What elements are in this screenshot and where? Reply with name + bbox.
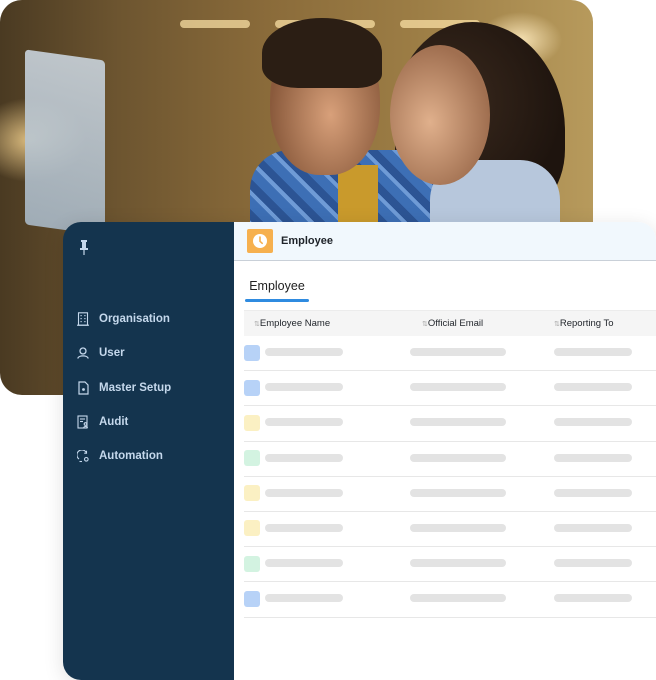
skeleton-cell	[410, 418, 506, 427]
page-header: Employee	[234, 222, 656, 261]
skeleton-cell	[410, 488, 506, 497]
column-header-employee-name[interactable]: ⇅ Employee Name	[254, 318, 330, 329]
laptop-screen	[25, 49, 105, 236]
sidebar-item-label: User	[99, 347, 125, 360]
pushpin-icon[interactable]	[77, 238, 91, 258]
automation-icon	[76, 449, 90, 463]
avatar-placeholder	[244, 379, 260, 396]
building-icon	[76, 312, 90, 326]
table-row[interactable]	[244, 336, 656, 372]
clock-icon	[247, 229, 273, 253]
skeleton-cell	[554, 488, 632, 497]
skeleton-cell	[410, 559, 506, 568]
skeleton-cell	[554, 418, 632, 427]
audit-report-icon	[76, 415, 90, 429]
skeleton-cell	[410, 594, 506, 603]
sort-icon[interactable]: ⇅	[422, 320, 428, 328]
skeleton-cell	[265, 348, 343, 356]
avatar-placeholder	[244, 590, 260, 607]
avatar-placeholder	[244, 414, 260, 431]
sidebar-item-label: Master Setup	[99, 381, 172, 394]
sidebar-item-master-setup[interactable]: Master Setup	[63, 371, 234, 405]
skeleton-cell	[554, 559, 632, 568]
sidebar-item-user[interactable]: User	[63, 336, 234, 370]
skeleton-cell	[265, 594, 343, 603]
column-label: Employee Name	[259, 318, 331, 329]
skeleton-cell	[410, 348, 506, 356]
table-row[interactable]	[244, 442, 656, 477]
skeleton-cell	[410, 453, 506, 462]
sidebar-item-label: Audit	[99, 416, 129, 429]
sidebar-item-audit[interactable]: Audit	[63, 405, 234, 439]
skeleton-cell	[410, 383, 506, 392]
sidebar-item-label: Automation	[99, 450, 163, 463]
main-panel: Employee Employee ⇅ Employee Name ⇅ Offi…	[234, 222, 656, 680]
person-face	[390, 45, 490, 185]
sort-icon[interactable]: ⇅	[554, 320, 560, 328]
avatar-placeholder	[244, 555, 260, 572]
skeleton-cell	[554, 523, 632, 532]
table-row[interactable]	[244, 371, 656, 407]
skeleton-cell	[265, 488, 343, 497]
ceiling-light	[180, 20, 250, 28]
column-label: Official Email	[427, 318, 484, 329]
avatar-placeholder	[244, 344, 260, 361]
sidebar-nav: Organisation User Master Setup Audit Aut…	[63, 302, 234, 473]
skeleton-cell	[554, 348, 632, 356]
avatar-placeholder	[244, 485, 260, 502]
page-title: Employee	[281, 235, 333, 247]
document-icon	[76, 381, 90, 395]
skeleton-cell	[410, 523, 506, 532]
active-tab-indicator	[245, 299, 309, 302]
skeleton-cell	[265, 418, 343, 427]
column-header-reporting-to[interactable]: ⇅ Reporting To	[554, 318, 614, 329]
sidebar-item-label: Organisation	[99, 313, 170, 326]
employee-table: ⇅ Employee Name ⇅ Official Email ⇅ Repor…	[244, 310, 656, 618]
table-row[interactable]	[244, 582, 656, 618]
sort-icon[interactable]: ⇅	[254, 320, 260, 328]
skeleton-cell	[554, 594, 632, 603]
table-row[interactable]	[244, 406, 656, 442]
table-header: ⇅ Employee Name ⇅ Official Email ⇅ Repor…	[244, 310, 656, 336]
avatar-placeholder	[244, 520, 260, 537]
table-row[interactable]	[244, 477, 656, 512]
avatar-placeholder	[244, 450, 260, 467]
skeleton-cell	[265, 453, 343, 462]
table-body	[244, 336, 656, 618]
skeleton-cell	[554, 453, 632, 462]
table-row[interactable]	[244, 547, 656, 583]
sidebar: Organisation User Master Setup Audit Aut…	[63, 222, 234, 680]
skeleton-cell	[265, 523, 343, 532]
skeleton-cell	[265, 559, 343, 568]
sidebar-item-organisation[interactable]: Organisation	[63, 302, 234, 336]
sidebar-item-automation[interactable]: Automation	[63, 439, 234, 473]
tab-employee[interactable]: Employee	[245, 279, 309, 293]
person-hair	[262, 18, 382, 88]
column-label: Reporting To	[559, 318, 614, 329]
column-header-official-email[interactable]: ⇅ Official Email	[422, 318, 483, 329]
user-icon	[76, 346, 90, 360]
table-row[interactable]	[244, 512, 656, 548]
skeleton-cell	[554, 383, 632, 392]
app-window: Organisation User Master Setup Audit Aut…	[63, 222, 656, 680]
skeleton-cell	[265, 383, 343, 392]
